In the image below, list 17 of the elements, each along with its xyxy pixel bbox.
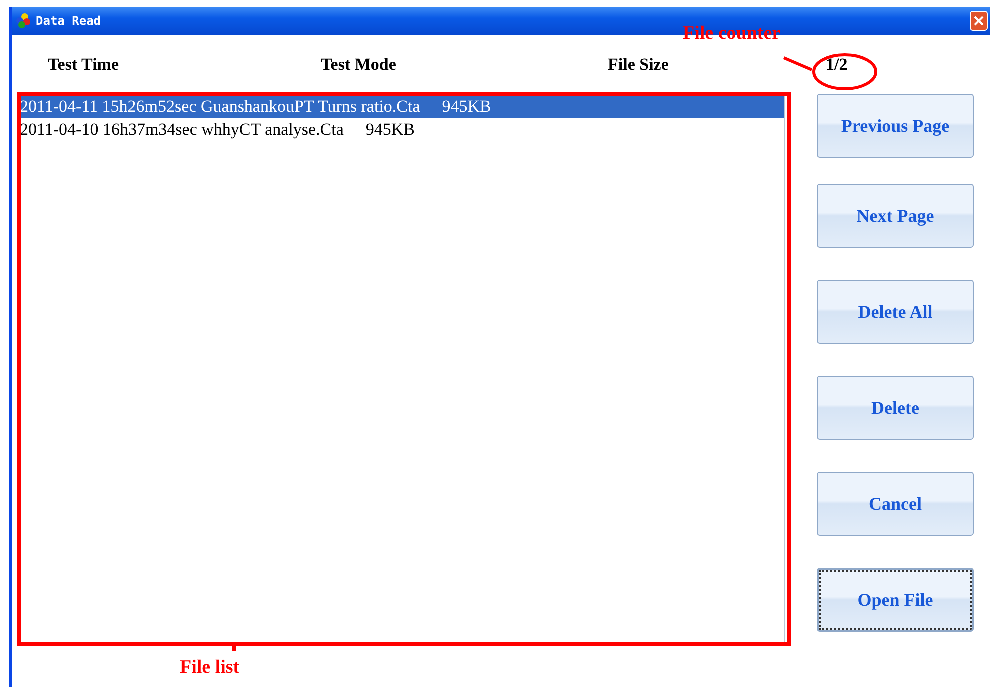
column-header: Test Time bbox=[48, 55, 120, 75]
action-button[interactable]: Open File bbox=[817, 568, 974, 632]
window-title: Data Read bbox=[36, 14, 102, 28]
column-header: File Size bbox=[608, 55, 669, 75]
column-header: Test Mode bbox=[321, 55, 396, 75]
file-counter: 1/2 bbox=[826, 55, 848, 75]
action-button[interactable]: Delete All bbox=[817, 280, 974, 344]
file-row[interactable]: 2011-04-10 16h37m34sec whhyCT analyse.Cta 945KB bbox=[18, 118, 784, 141]
file-row[interactable]: 2011-04-11 15h26m52sec GuanshankouPT Turns ratio.Cta 945KB bbox=[18, 95, 784, 118]
close-icon bbox=[973, 15, 985, 27]
action-button[interactable]: Cancel bbox=[817, 472, 974, 536]
annotation-label: File list bbox=[180, 657, 240, 679]
action-button[interactable]: Delete bbox=[817, 376, 974, 440]
close-button[interactable] bbox=[970, 11, 988, 31]
app-icon bbox=[16, 13, 32, 29]
action-button[interactable]: Next Page bbox=[817, 184, 974, 248]
action-button[interactable]: Previous Page bbox=[817, 94, 974, 158]
